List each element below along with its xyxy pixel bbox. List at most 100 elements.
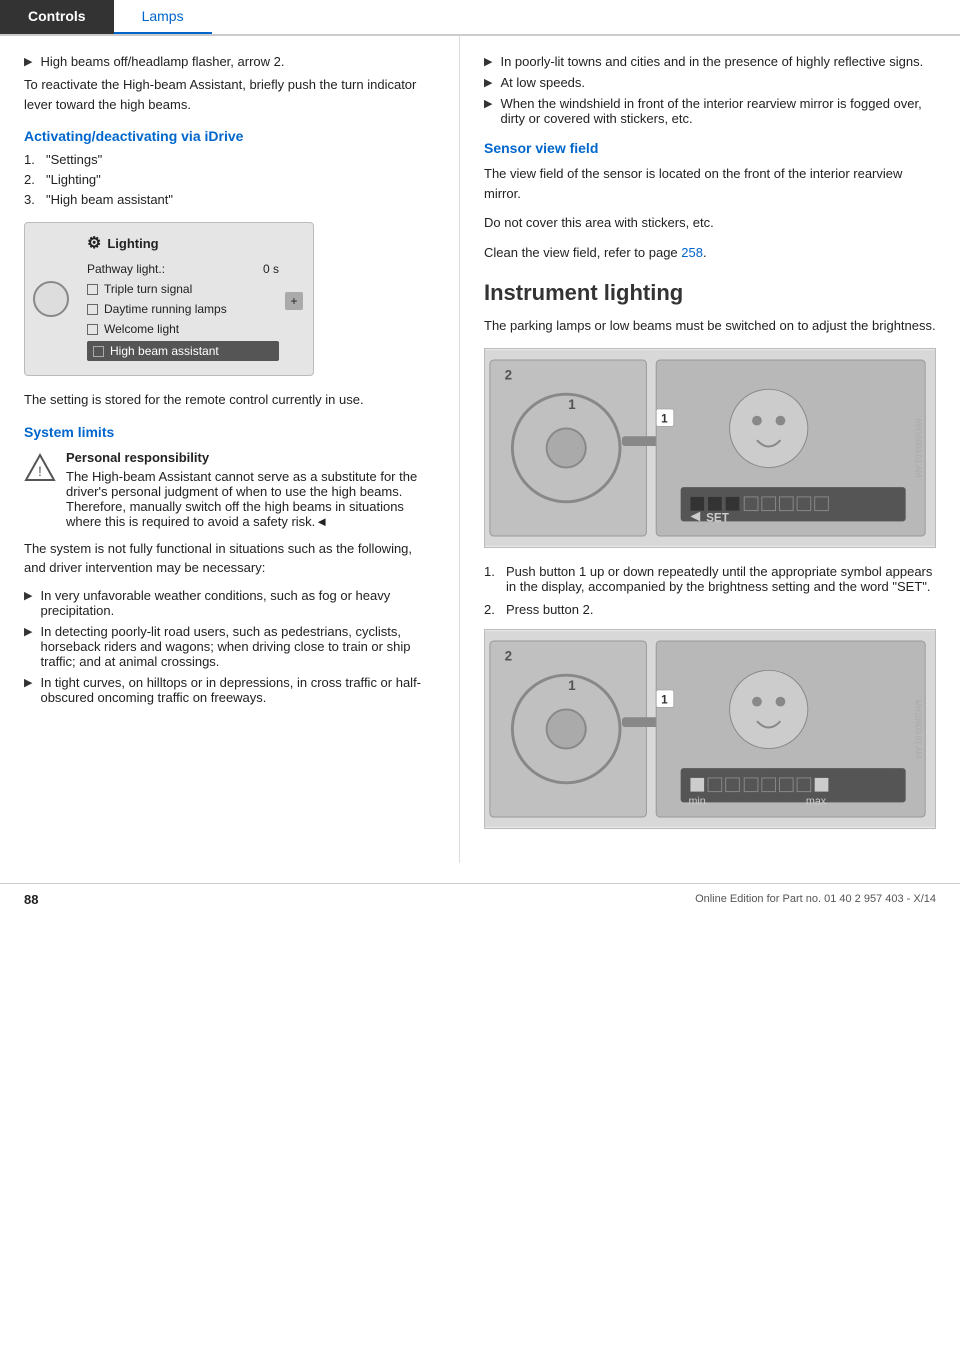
limit-item-3: ▶ In tight curves, on hilltops or in dep…	[24, 675, 435, 705]
svg-text:MH10809.01.AM: MH10809.01.AM	[913, 418, 922, 477]
daytime-checkbox[interactable]	[87, 304, 98, 315]
step-item-2: 2. "Lighting"	[24, 172, 435, 187]
bullet-text-1: High beams off/headlamp flasher, arrow 2…	[40, 54, 435, 69]
instrument-lighting-heading: Instrument lighting	[484, 280, 936, 306]
idrive-title: ⚙ Lighting	[87, 233, 279, 253]
daytime-label: Daytime running lamps	[87, 302, 227, 316]
setting-stored-text: The setting is stored for the remote con…	[24, 390, 435, 410]
step-num-2: 2.	[24, 172, 46, 187]
step-num-3: 3.	[24, 192, 46, 207]
system-not-functional-text: The system is not fully functional in si…	[24, 539, 435, 578]
right-limit-1: ▶ In poorly-lit towns and cities and in …	[484, 54, 936, 69]
footer: 88 Online Edition for Part no. 01 40 2 9…	[0, 883, 960, 915]
idrive-menu: ⚙ Lighting Pathway light.: 0 s Triple tu…	[87, 233, 279, 365]
step-item-1: 1. "Settings"	[24, 152, 435, 167]
step-num-1: 1.	[24, 152, 46, 167]
limit-arrow-3: ▶	[24, 676, 32, 689]
right-arrow-1: ▶	[484, 55, 492, 68]
idrive-row-welcome: Welcome light	[87, 321, 279, 337]
instrument-step-2: 2. Press button 2.	[484, 602, 936, 617]
welcome-label: Welcome light	[87, 322, 179, 336]
svg-text:1: 1	[661, 412, 668, 425]
warning-text-area: Personal responsibility The High-beam As…	[66, 450, 435, 529]
high-beam-checkbox[interactable]	[93, 346, 104, 357]
limit-text-3: In tight curves, on hilltops or in depre…	[40, 675, 435, 705]
step-text-1: "Settings"	[46, 152, 102, 167]
sensor-heading: Sensor view field	[484, 140, 936, 156]
instrument-image-1: 2 1	[484, 348, 936, 548]
svg-text:1: 1	[568, 677, 576, 692]
left-column: ▶ High beams off/headlamp flasher, arrow…	[0, 36, 460, 863]
instrument-image-2: 2 1 min max	[484, 629, 936, 829]
system-limits-heading: System limits	[24, 424, 435, 440]
high-beam-label: High beam assistant	[93, 344, 219, 358]
instrument-diagram-1: 2 1	[485, 349, 935, 547]
right-limit-2: ▶ At low speeds.	[484, 75, 936, 90]
idrive-plus-area: +	[285, 288, 303, 310]
idrive-row-triple: Triple turn signal	[87, 281, 279, 297]
idrive-screenshot: ⚙ Lighting Pathway light.: 0 s Triple tu…	[24, 212, 435, 390]
main-content: ▶ High beams off/headlamp flasher, arrow…	[0, 36, 960, 863]
limit-arrow-2: ▶	[24, 625, 32, 638]
right-arrow-3: ▶	[484, 97, 492, 110]
bullet-item-1: ▶ High beams off/headlamp flasher, arrow…	[24, 54, 435, 69]
pathway-label: Pathway light.:	[87, 262, 165, 276]
tab-lamps[interactable]: Lamps	[114, 0, 212, 34]
sensor-text-3: Clean the view field, refer to page 258.	[484, 243, 936, 263]
svg-text:SET: SET	[706, 511, 730, 524]
right-limit-text-3: When the windshield in front of the inte…	[500, 96, 936, 126]
warning-body: The High-beam Assistant cannot serve as …	[66, 469, 417, 529]
welcome-checkbox[interactable]	[87, 324, 98, 335]
idrive-plus-button[interactable]: +	[285, 292, 303, 310]
limit-text-1: In very unfavorable weather conditions, …	[40, 588, 435, 618]
sensor-text-1: The view field of the sensor is located …	[484, 164, 936, 203]
sensor-text-2: Do not cover this area with stickers, et…	[484, 213, 936, 233]
idrive-row-pathway: Pathway light.: 0 s	[87, 261, 279, 277]
warning-box: ! Personal responsibility The High-beam …	[24, 450, 435, 529]
limit-item-2: ▶ In detecting poorly-lit road users, su…	[24, 624, 435, 669]
idrive-row-daytime: Daytime running lamps	[87, 301, 279, 317]
svg-text:!: !	[38, 463, 42, 479]
instrument-step-1: 1. Push button 1 up or down repeatedly u…	[484, 564, 936, 594]
idrive-knob-area	[33, 281, 79, 317]
settings-icon: ⚙	[87, 233, 101, 253]
svg-text:MH10809.01.AM: MH10809.01.AM	[913, 699, 922, 758]
step-text-3: "High beam assistant"	[46, 192, 173, 207]
warning-icon: !	[24, 452, 56, 484]
right-limit-text-1: In poorly-lit towns and cities and in th…	[500, 54, 936, 69]
reactivate-text: To reactivate the High-beam Assistant, b…	[24, 75, 435, 114]
footer-info: Online Edition for Part no. 01 40 2 957 …	[695, 893, 936, 905]
right-arrow-2: ▶	[484, 76, 492, 89]
triple-checkbox[interactable]	[87, 284, 98, 295]
triple-label: Triple turn signal	[87, 282, 192, 296]
instrument-step-num-1: 1.	[484, 564, 506, 594]
step-text-2: "Lighting"	[46, 172, 101, 187]
idrive-knob[interactable]	[33, 281, 69, 317]
svg-text:max: max	[806, 795, 827, 807]
step-item-3: 3. "High beam assistant"	[24, 192, 435, 207]
svg-text:1: 1	[661, 693, 668, 706]
tab-controls[interactable]: Controls	[0, 0, 114, 34]
pathway-value: 0 s	[263, 262, 279, 276]
instrument-step-text-1: Push button 1 up or down repeatedly unti…	[506, 564, 936, 594]
sensor-page-link[interactable]: 258	[681, 245, 703, 260]
right-limit-3: ▶ When the windshield in front of the in…	[484, 96, 936, 126]
svg-text:min: min	[688, 795, 705, 807]
page-number: 88	[24, 892, 38, 907]
instrument-step-num-2: 2.	[484, 602, 506, 617]
svg-text:2: 2	[505, 648, 513, 663]
warning-title: Personal responsibility	[66, 450, 435, 465]
limit-arrow-1: ▶	[24, 589, 32, 602]
header-tabs: Controls Lamps	[0, 0, 960, 36]
right-column: ▶ In poorly-lit towns and cities and in …	[460, 36, 960, 863]
limit-item-1: ▶ In very unfavorable weather conditions…	[24, 588, 435, 618]
idrive-row-high-beam: High beam assistant	[87, 341, 279, 361]
instrument-step-text-2: Press button 2.	[506, 602, 593, 617]
instrument-text: The parking lamps or low beams must be s…	[484, 316, 936, 336]
limit-text-2: In detecting poorly-lit road users, such…	[40, 624, 435, 669]
svg-text:1: 1	[568, 396, 576, 411]
svg-text:2: 2	[505, 367, 513, 382]
right-limit-text-2: At low speeds.	[500, 75, 936, 90]
bullet-arrow-icon: ▶	[24, 55, 32, 68]
instrument-diagram-2: 2 1 min max	[485, 630, 935, 828]
